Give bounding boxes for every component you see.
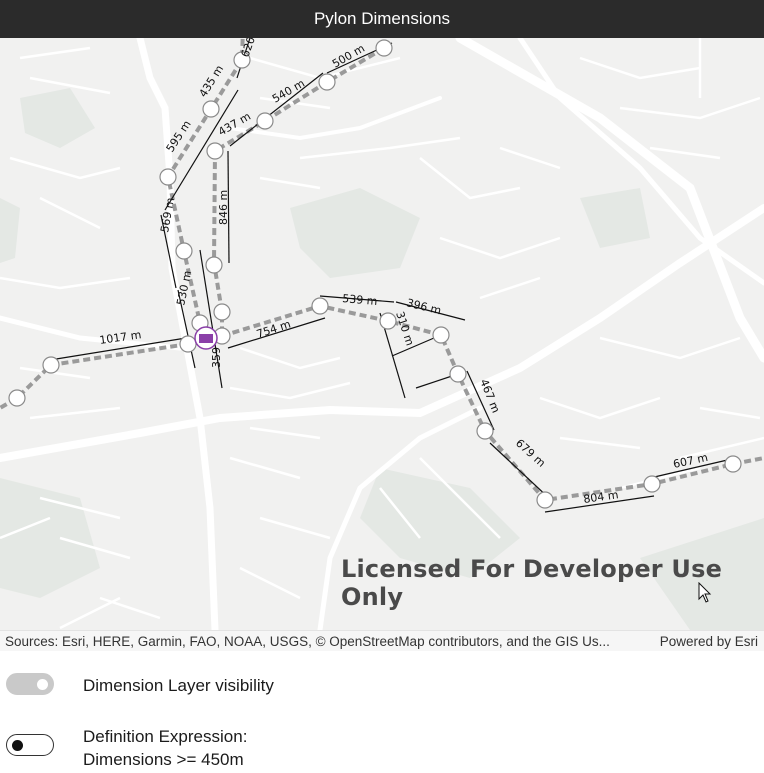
- title-bar: Pylon Dimensions: [0, 0, 764, 38]
- definition-expression-label: Definition Expression: Dimensions >= 450…: [83, 725, 247, 771]
- dim-label: 679 m: [513, 437, 548, 470]
- definition-expression-line2: Dimensions >= 450m: [83, 750, 244, 769]
- definition-expression-toggle[interactable]: [6, 734, 54, 756]
- dim-label: 500 m: [330, 42, 367, 71]
- dim-label: 359: [210, 347, 223, 368]
- map-attribution: Sources: Esri, HERE, Garmin, FAO, NOAA, …: [0, 630, 764, 651]
- map-view[interactable]: 620 m 435 m 500 m 540 m 595 m 437 m 569 …: [0, 38, 764, 630]
- dim-label: 804 m: [583, 488, 620, 506]
- basemap: 620 m 435 m 500 m 540 m 595 m 437 m 569 …: [0, 38, 764, 630]
- dim-label: 396 m: [405, 296, 442, 317]
- dim-label: 607 m: [672, 451, 709, 471]
- dim-label: 539 m: [342, 292, 378, 308]
- window-title: Pylon Dimensions: [313, 9, 451, 28]
- layer-visibility-toggle[interactable]: [6, 673, 54, 695]
- powered-by-esri: Powered by Esri: [659, 633, 758, 649]
- dim-label: 754 m: [255, 318, 293, 341]
- toggle-knob: [12, 739, 23, 751]
- attribution-sources[interactable]: Sources: Esri, HERE, Garmin, FAO, NOAA, …: [0, 634, 660, 649]
- toggle-knob: [37, 679, 48, 690]
- dim-label: 437 m: [216, 110, 253, 139]
- layer-visibility-label: Dimension Layer visibility: [83, 676, 274, 695]
- dim-label: 530 m: [174, 269, 194, 306]
- dim-label: 846 m: [217, 190, 230, 225]
- mouse-cursor-icon: [698, 582, 712, 603]
- definition-expression-line1: Definition Expression:: [83, 727, 248, 746]
